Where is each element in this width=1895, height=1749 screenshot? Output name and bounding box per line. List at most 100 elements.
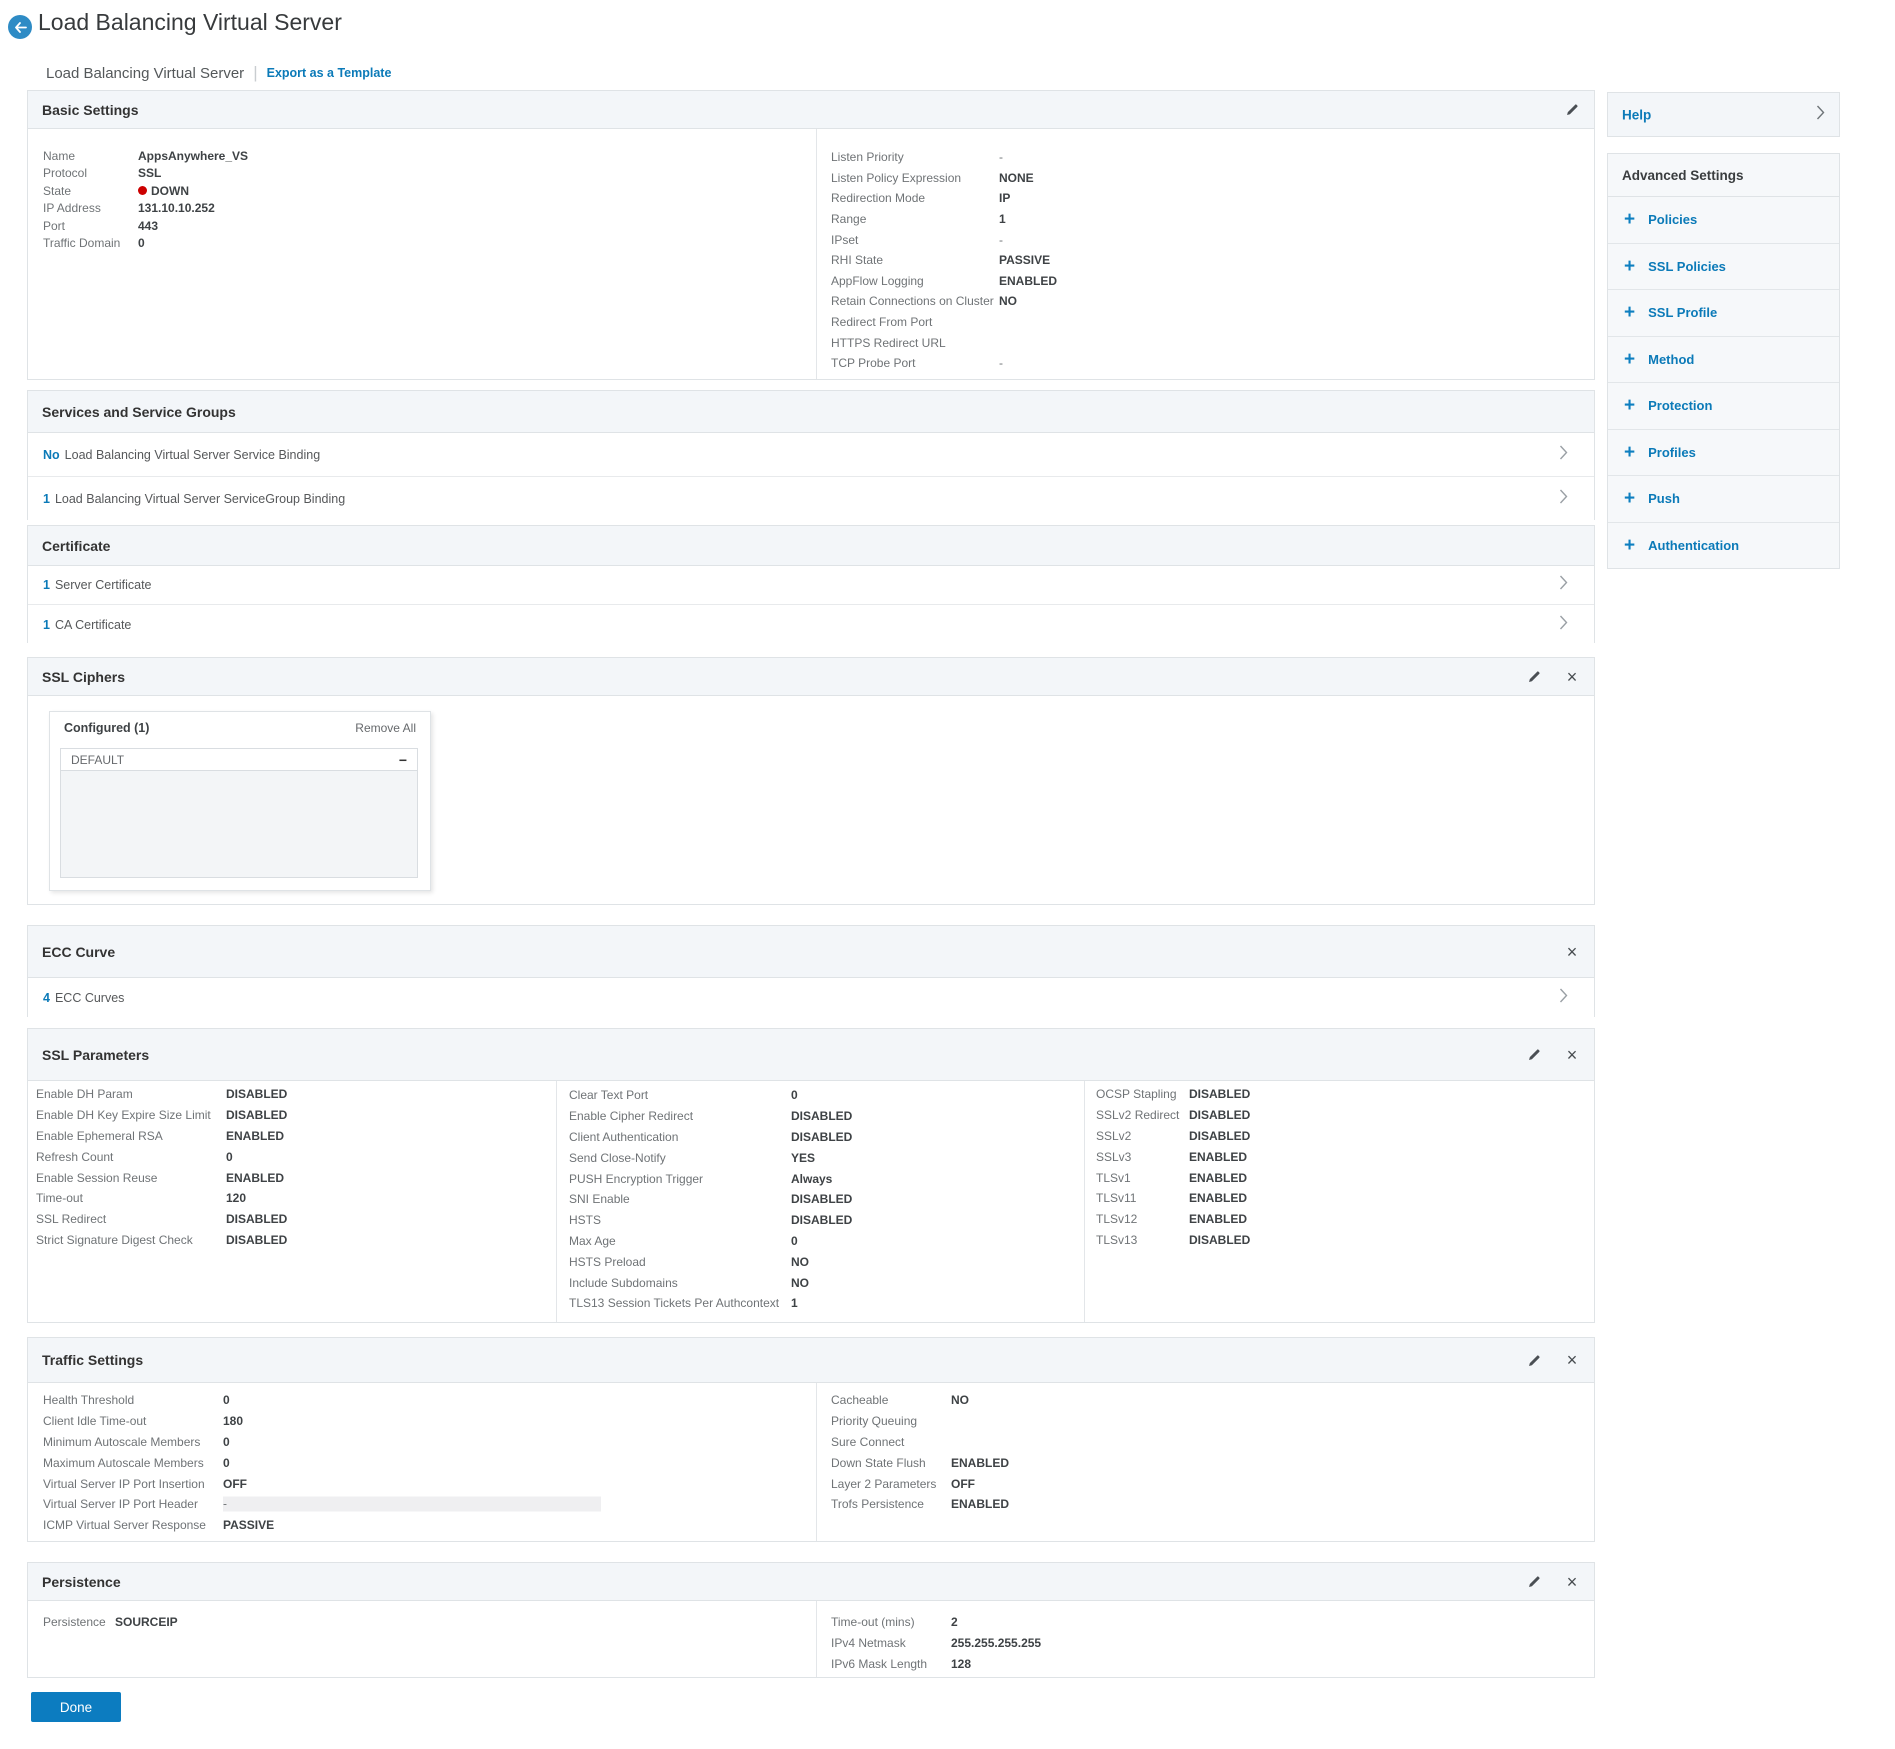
field-label: OCSP Stapling bbox=[1096, 1087, 1177, 1101]
remove-all-link[interactable]: Remove All bbox=[355, 721, 416, 735]
field-label: TLS13 Session Tickets Per Authcontext bbox=[569, 1296, 779, 1310]
section-title: Persistence bbox=[42, 1574, 121, 1590]
field-value: PASSIVE bbox=[223, 1518, 274, 1532]
basic-settings-section: Basic Settings NameAppsAnywhere_VSProtoc… bbox=[27, 90, 1595, 380]
field-label: HSTS bbox=[569, 1213, 601, 1227]
advanced-item-label: Policies bbox=[1648, 212, 1697, 227]
configured-ciphers-box: Configured (1) Remove All DEFAULT − bbox=[49, 711, 431, 891]
field-value: NO bbox=[791, 1255, 809, 1269]
help-label: Help bbox=[1622, 107, 1651, 122]
x-glyph: × bbox=[1567, 943, 1578, 961]
configured-ciphers-list: DEFAULT − bbox=[60, 748, 418, 878]
server-certificate-row[interactable]: 1 Server Certificate bbox=[28, 566, 1594, 605]
plus-icon: + bbox=[1624, 443, 1635, 462]
field-label: Time-out bbox=[36, 1191, 83, 1205]
close-icon[interactable]: × bbox=[1562, 667, 1582, 687]
close-icon[interactable]: × bbox=[1562, 1572, 1582, 1592]
edit-pencil-icon[interactable] bbox=[1524, 1572, 1544, 1592]
section-title: Certificate bbox=[42, 538, 110, 554]
x-glyph: × bbox=[1567, 668, 1578, 686]
field-value: NO bbox=[999, 294, 1017, 308]
field-value: DISABLED bbox=[791, 1192, 852, 1206]
field-label: Send Close-Notify bbox=[569, 1151, 666, 1165]
field-value: Always bbox=[791, 1172, 832, 1186]
back-button[interactable] bbox=[8, 15, 32, 39]
field-value: - bbox=[999, 356, 1003, 370]
advanced-item-push[interactable]: + Push bbox=[1608, 476, 1839, 523]
export-as-template-link[interactable]: Export as a Template bbox=[267, 66, 392, 80]
cipher-name: DEFAULT bbox=[71, 753, 124, 767]
field-value: 180 bbox=[223, 1414, 243, 1428]
edit-pencil-icon[interactable] bbox=[1524, 1350, 1544, 1370]
field-value: ENABLED bbox=[999, 274, 1057, 288]
advanced-item-method[interactable]: + Method bbox=[1608, 337, 1839, 384]
field-value: 0 bbox=[223, 1435, 230, 1449]
plus-icon: + bbox=[1624, 303, 1635, 322]
field-label: Listen Priority bbox=[831, 150, 904, 164]
field-value: 120 bbox=[226, 1191, 246, 1205]
field-label: TLSv1 bbox=[1096, 1171, 1131, 1185]
section-title: SSL Parameters bbox=[42, 1047, 149, 1063]
ecc-curves-row[interactable]: 4 ECC Curves bbox=[28, 978, 1594, 1018]
field-label: Port bbox=[43, 219, 65, 233]
field-label: TLSv13 bbox=[1096, 1233, 1137, 1247]
column-divider bbox=[816, 1601, 817, 1677]
persistence-section: Persistence × PersistenceSOURCEIP Time-o… bbox=[27, 1562, 1595, 1678]
edit-pencil-icon[interactable] bbox=[1562, 100, 1582, 120]
field-value: DISABLED bbox=[1189, 1129, 1250, 1143]
advanced-settings-title: Advanced Settings bbox=[1608, 154, 1839, 197]
field-label: Enable Cipher Redirect bbox=[569, 1109, 693, 1123]
done-button[interactable]: Done bbox=[31, 1692, 121, 1722]
field-value: DISABLED bbox=[226, 1212, 287, 1226]
field-label: Range bbox=[831, 212, 866, 226]
field-label: Persistence bbox=[43, 1615, 106, 1629]
field-label: SSLv3 bbox=[1096, 1150, 1131, 1164]
column-divider bbox=[1084, 1081, 1085, 1322]
binding-text: CA Certificate bbox=[55, 618, 131, 632]
field-label: Cacheable bbox=[831, 1393, 888, 1407]
field-value: DISABLED bbox=[791, 1213, 852, 1227]
advanced-item-ssl-policies[interactable]: + SSL Policies bbox=[1608, 244, 1839, 291]
close-icon[interactable]: × bbox=[1562, 1350, 1582, 1370]
tab-load-balancing-virtual-server[interactable]: Load Balancing Virtual Server bbox=[46, 65, 244, 82]
field-value: DISABLED bbox=[226, 1108, 287, 1122]
advanced-item-label: Method bbox=[1648, 352, 1694, 367]
section-title: Services and Service Groups bbox=[42, 404, 236, 420]
plus-icon: + bbox=[1624, 350, 1635, 369]
field-value: 0 bbox=[791, 1234, 798, 1248]
field-value: NO bbox=[791, 1276, 809, 1290]
advanced-item-policies[interactable]: + Policies bbox=[1608, 197, 1839, 244]
binding-count: 4 bbox=[43, 991, 50, 1005]
field-label: Layer 2 Parameters bbox=[831, 1477, 936, 1491]
close-icon[interactable]: × bbox=[1562, 1045, 1582, 1065]
plus-icon: + bbox=[1624, 396, 1635, 415]
help-panel[interactable]: Help bbox=[1607, 92, 1840, 137]
close-icon[interactable]: × bbox=[1562, 942, 1582, 962]
advanced-item-profiles[interactable]: + Profiles bbox=[1608, 430, 1839, 477]
field-label: ICMP Virtual Server Response bbox=[43, 1518, 206, 1532]
field-label: Minimum Autoscale Members bbox=[43, 1435, 200, 1449]
cipher-list-item[interactable]: DEFAULT − bbox=[61, 749, 417, 771]
status-down-dot bbox=[138, 186, 147, 195]
field-value: SOURCEIP bbox=[115, 1615, 178, 1629]
advanced-item-ssl-profile[interactable]: + SSL Profile bbox=[1608, 290, 1839, 337]
field-label: HTTPS Redirect URL bbox=[831, 336, 946, 350]
ca-certificate-row[interactable]: 1 CA Certificate bbox=[28, 605, 1594, 644]
advanced-item-authentication[interactable]: + Authentication bbox=[1608, 523, 1839, 570]
certificate-section: Certificate 1 Server Certificate 1 CA Ce… bbox=[27, 525, 1595, 643]
traffic-settings-section: Traffic Settings × Health Threshold0Clie… bbox=[27, 1337, 1595, 1542]
column-divider bbox=[816, 1383, 817, 1541]
servicegroup-binding-row[interactable]: 1 Load Balancing Virtual Server ServiceG… bbox=[28, 477, 1594, 521]
field-label: HSTS Preload bbox=[569, 1255, 646, 1269]
chevron-right-icon bbox=[1559, 988, 1568, 1008]
edit-pencil-icon[interactable] bbox=[1524, 667, 1544, 687]
section-title: Traffic Settings bbox=[42, 1352, 143, 1368]
advanced-item-protection[interactable]: + Protection bbox=[1608, 383, 1839, 430]
service-binding-row[interactable]: No Load Balancing Virtual Server Service… bbox=[28, 433, 1594, 477]
x-glyph: × bbox=[1567, 1351, 1578, 1369]
column-divider bbox=[556, 1081, 557, 1322]
configured-count-label: Configured (1) bbox=[64, 721, 149, 735]
edit-pencil-icon[interactable] bbox=[1524, 1045, 1544, 1065]
remove-cipher-minus-icon[interactable]: − bbox=[399, 753, 407, 767]
ecc-curve-header: ECC Curve × bbox=[28, 926, 1594, 978]
